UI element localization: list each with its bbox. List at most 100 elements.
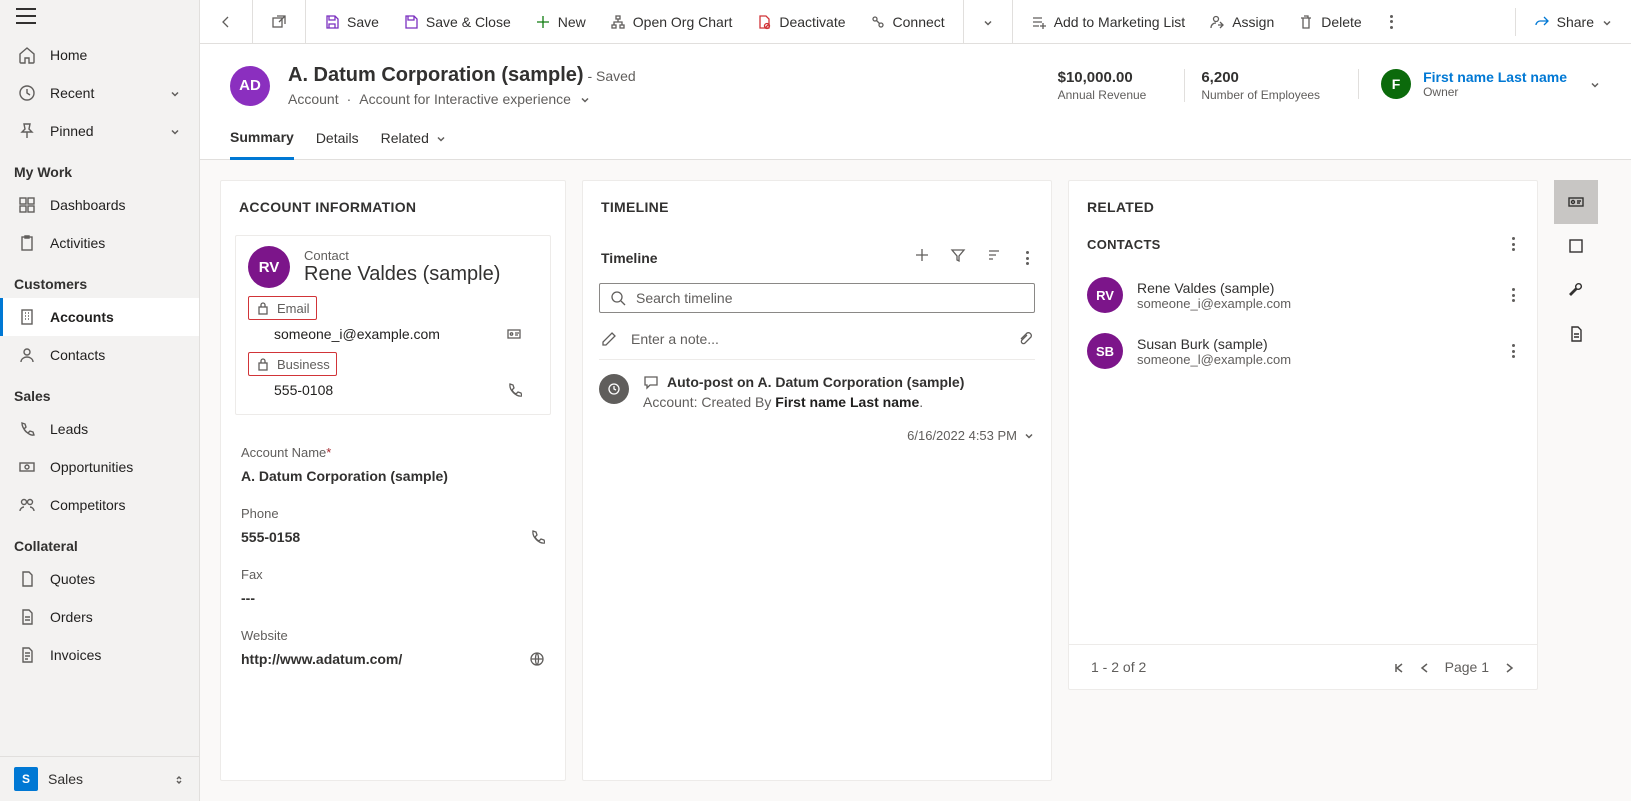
contact-name[interactable]: Rene Valdes (sample) xyxy=(304,263,500,286)
chevron-down-icon[interactable] xyxy=(1589,78,1601,90)
next-page-icon[interactable] xyxy=(1503,661,1515,673)
sidebar-item-competitors[interactable]: Competitors xyxy=(0,486,199,524)
timeline-note-input[interactable]: Enter a note... xyxy=(599,325,1035,360)
contacts-title: CONTACTS xyxy=(1087,237,1161,252)
globe-icon[interactable] xyxy=(529,651,545,667)
button-label: Assign xyxy=(1232,14,1274,30)
connect-button[interactable]: Connect xyxy=(860,8,955,36)
more-icon[interactable] xyxy=(1508,233,1519,255)
chat-icon xyxy=(643,374,659,390)
rail-related-button[interactable] xyxy=(1554,180,1598,224)
timeline-search[interactable]: Search timeline xyxy=(599,283,1035,313)
sidebar-item-label: Contacts xyxy=(50,347,105,363)
website-value[interactable]: http://www.adatum.com/ xyxy=(241,651,402,667)
building-icon xyxy=(18,308,36,326)
account-info-card: ACCOUNT INFORMATION RV Contact Rene Vald… xyxy=(220,180,566,781)
sidebar-item-label: Quotes xyxy=(50,571,95,587)
home-icon xyxy=(18,46,36,64)
area-badge: S xyxy=(14,767,38,791)
rail-assistant-button[interactable] xyxy=(1554,224,1598,268)
add-marketing-button[interactable]: Add to Marketing List xyxy=(1021,8,1196,36)
sidebar-group-customers: Customers xyxy=(0,262,199,298)
button-label: Open Org Chart xyxy=(633,14,733,30)
open-new-window-button[interactable] xyxy=(261,8,297,36)
annual-revenue-label: Annual Revenue xyxy=(1058,88,1147,102)
tab-related[interactable]: Related xyxy=(381,119,447,159)
sidebar-item-recent[interactable]: Recent xyxy=(0,74,199,112)
website-label: Website xyxy=(241,628,545,643)
pencil-icon xyxy=(601,331,617,347)
money-icon xyxy=(18,458,36,476)
back-button[interactable] xyxy=(208,8,244,36)
share-button[interactable]: Share xyxy=(1524,8,1623,36)
save-close-button[interactable]: Save & Close xyxy=(393,8,521,36)
delete-button[interactable]: Delete xyxy=(1288,8,1371,36)
phone-icon[interactable] xyxy=(506,382,522,398)
new-button[interactable]: New xyxy=(525,8,596,36)
timeline-item[interactable]: Auto-post on A. Datum Corporation (sampl… xyxy=(583,360,1051,461)
chevron-down-icon[interactable] xyxy=(1023,430,1035,442)
arrow-left-icon xyxy=(218,14,234,30)
owner-name[interactable]: First name Last name xyxy=(1423,69,1567,85)
phone-value[interactable]: 555-0158 xyxy=(241,529,300,545)
overflow-button[interactable] xyxy=(1376,5,1407,39)
record-avatar: AD xyxy=(230,66,270,106)
sort-icon[interactable] xyxy=(986,247,1002,263)
account-name-value[interactable]: A. Datum Corporation (sample) xyxy=(241,468,448,484)
related-contact-row[interactable]: RV Rene Valdes (sample) someone_i@exampl… xyxy=(1069,267,1537,323)
sidebar-item-label: Recent xyxy=(50,85,94,101)
businesscard-icon[interactable] xyxy=(506,326,522,342)
business-phone-value[interactable]: 555-0108 xyxy=(274,382,333,398)
deactivate-button[interactable]: Deactivate xyxy=(746,8,855,36)
more-icon[interactable] xyxy=(1022,247,1033,269)
sidebar-item-quotes[interactable]: Quotes xyxy=(0,560,199,598)
tab-details[interactable]: Details xyxy=(316,119,359,159)
sidebar-item-contacts[interactable]: Contacts xyxy=(0,336,199,374)
search-icon xyxy=(610,290,626,306)
separator xyxy=(305,0,306,43)
sidebar-item-pinned[interactable]: Pinned xyxy=(0,112,199,150)
sidebar-area-switcher[interactable]: S Sales xyxy=(0,756,199,801)
separator xyxy=(1515,8,1516,36)
hamburger-menu-icon[interactable] xyxy=(16,8,36,24)
chevron-down-icon[interactable] xyxy=(579,93,591,105)
button-label: Deactivate xyxy=(779,14,845,30)
sidebar-item-leads[interactable]: Leads xyxy=(0,410,199,448)
people-icon xyxy=(18,496,36,514)
sidebar-item-accounts[interactable]: Accounts xyxy=(0,298,199,336)
more-icon[interactable] xyxy=(1508,284,1519,306)
rail-doc-button[interactable] xyxy=(1554,312,1598,356)
filter-icon[interactable] xyxy=(950,247,966,263)
plus-icon[interactable] xyxy=(914,247,930,263)
prev-page-icon[interactable] xyxy=(1419,661,1431,673)
phone-icon[interactable] xyxy=(529,529,545,545)
related-contact-row[interactable]: SB Susan Burk (sample) someone_l@example… xyxy=(1069,323,1537,379)
rail-tools-button[interactable] xyxy=(1554,268,1598,312)
popout-icon xyxy=(271,14,287,30)
sidebar-item-label: Activities xyxy=(50,235,105,251)
sidebar-item-dashboards[interactable]: Dashboards xyxy=(0,186,199,224)
save-button[interactable]: Save xyxy=(314,8,389,36)
assign-icon xyxy=(1209,14,1225,30)
fax-value[interactable]: --- xyxy=(241,590,255,606)
tab-summary[interactable]: Summary xyxy=(230,119,294,160)
chevron-down-icon xyxy=(169,125,181,137)
more-icon[interactable] xyxy=(1508,340,1519,362)
separator xyxy=(1012,0,1013,43)
sidebar-item-label: Dashboards xyxy=(50,197,126,213)
separator xyxy=(252,0,253,43)
org-chart-button[interactable]: Open Org Chart xyxy=(600,8,743,36)
sidebar-item-invoices[interactable]: Invoices xyxy=(0,636,199,674)
email-value[interactable]: someone_i@example.com xyxy=(274,326,440,342)
sidebar-item-home[interactable]: Home xyxy=(0,36,199,74)
sidebar-item-orders[interactable]: Orders xyxy=(0,598,199,636)
assign-button[interactable]: Assign xyxy=(1199,8,1284,36)
chevron-down-icon xyxy=(435,132,447,144)
first-page-icon[interactable] xyxy=(1393,661,1405,673)
form-switcher[interactable]: Account for Interactive experience xyxy=(359,91,571,107)
sidebar-item-activities[interactable]: Activities xyxy=(0,224,199,262)
contact-field-label: Contact xyxy=(304,248,500,263)
connect-dropdown[interactable] xyxy=(972,10,1004,34)
sidebar-item-opportunities[interactable]: Opportunities xyxy=(0,448,199,486)
attachment-icon[interactable] xyxy=(1017,331,1033,347)
